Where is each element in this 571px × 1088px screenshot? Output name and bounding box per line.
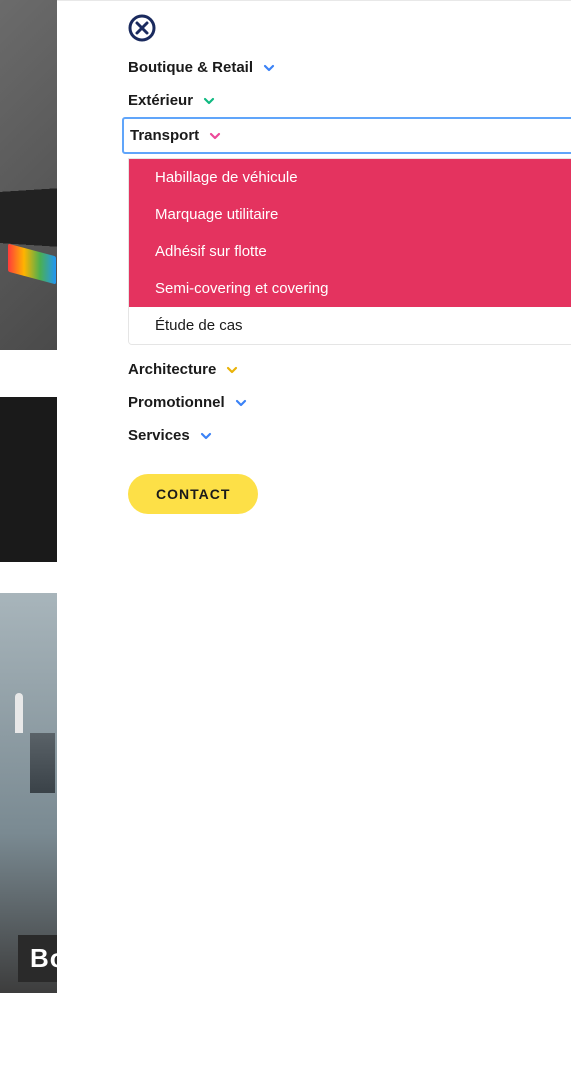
menu-item-label: Extérieur bbox=[128, 92, 193, 109]
menu-item-label: Boutique & Retail bbox=[128, 59, 253, 76]
menu-item-architecture[interactable]: Architecture bbox=[128, 353, 571, 386]
submenu-item-etude[interactable]: Étude de cas bbox=[129, 307, 571, 344]
submenu-transport: Habillage de véhicule Marquage utilitair… bbox=[128, 158, 571, 345]
submenu-item-covering[interactable]: Semi-covering et covering bbox=[129, 270, 571, 307]
chevron-down-icon bbox=[235, 397, 247, 409]
menu-item-services[interactable]: Services bbox=[128, 419, 571, 452]
menu-item-transport[interactable]: Transport bbox=[122, 117, 571, 154]
bg-gap2 bbox=[0, 562, 57, 593]
menu-item-label: Promotionnel bbox=[128, 394, 225, 411]
chevron-down-icon bbox=[200, 430, 212, 442]
bg-bottom bbox=[0, 993, 57, 1088]
chevron-down-icon bbox=[263, 62, 275, 74]
submenu-highlight-group: Habillage de véhicule Marquage utilitair… bbox=[129, 159, 571, 307]
mobile-nav-panel: Boutique & Retail Extérieur Transport Ha… bbox=[57, 0, 571, 1088]
chevron-down-icon bbox=[226, 364, 238, 376]
chevron-down-icon bbox=[209, 130, 221, 142]
close-icon[interactable] bbox=[128, 14, 156, 42]
nav-menu: Boutique & Retail Extérieur Transport Ha… bbox=[128, 51, 571, 514]
chevron-down-icon bbox=[203, 95, 215, 107]
bg-hero bbox=[0, 0, 57, 350]
menu-item-boutique-retail[interactable]: Boutique & Retail bbox=[128, 51, 571, 84]
menu-item-exterieur[interactable]: Extérieur bbox=[128, 84, 571, 117]
background-strip: Bo bbox=[0, 0, 57, 1088]
submenu-item-habillage[interactable]: Habillage de véhicule bbox=[129, 159, 571, 196]
contact-button[interactable]: CONTACT bbox=[128, 474, 258, 514]
submenu-item-adhesif[interactable]: Adhésif sur flotte bbox=[129, 233, 571, 270]
bg-gap bbox=[0, 350, 57, 397]
bg-printer-graphic bbox=[0, 180, 57, 350]
menu-item-promotionnel[interactable]: Promotionnel bbox=[128, 386, 571, 419]
bg-boutique-photo bbox=[0, 593, 57, 993]
bg-dark-band bbox=[0, 397, 57, 562]
menu-item-label: Transport bbox=[130, 127, 199, 144]
menu-item-label: Architecture bbox=[128, 361, 216, 378]
menu-item-label: Services bbox=[128, 427, 190, 444]
submenu-item-marquage[interactable]: Marquage utilitaire bbox=[129, 196, 571, 233]
